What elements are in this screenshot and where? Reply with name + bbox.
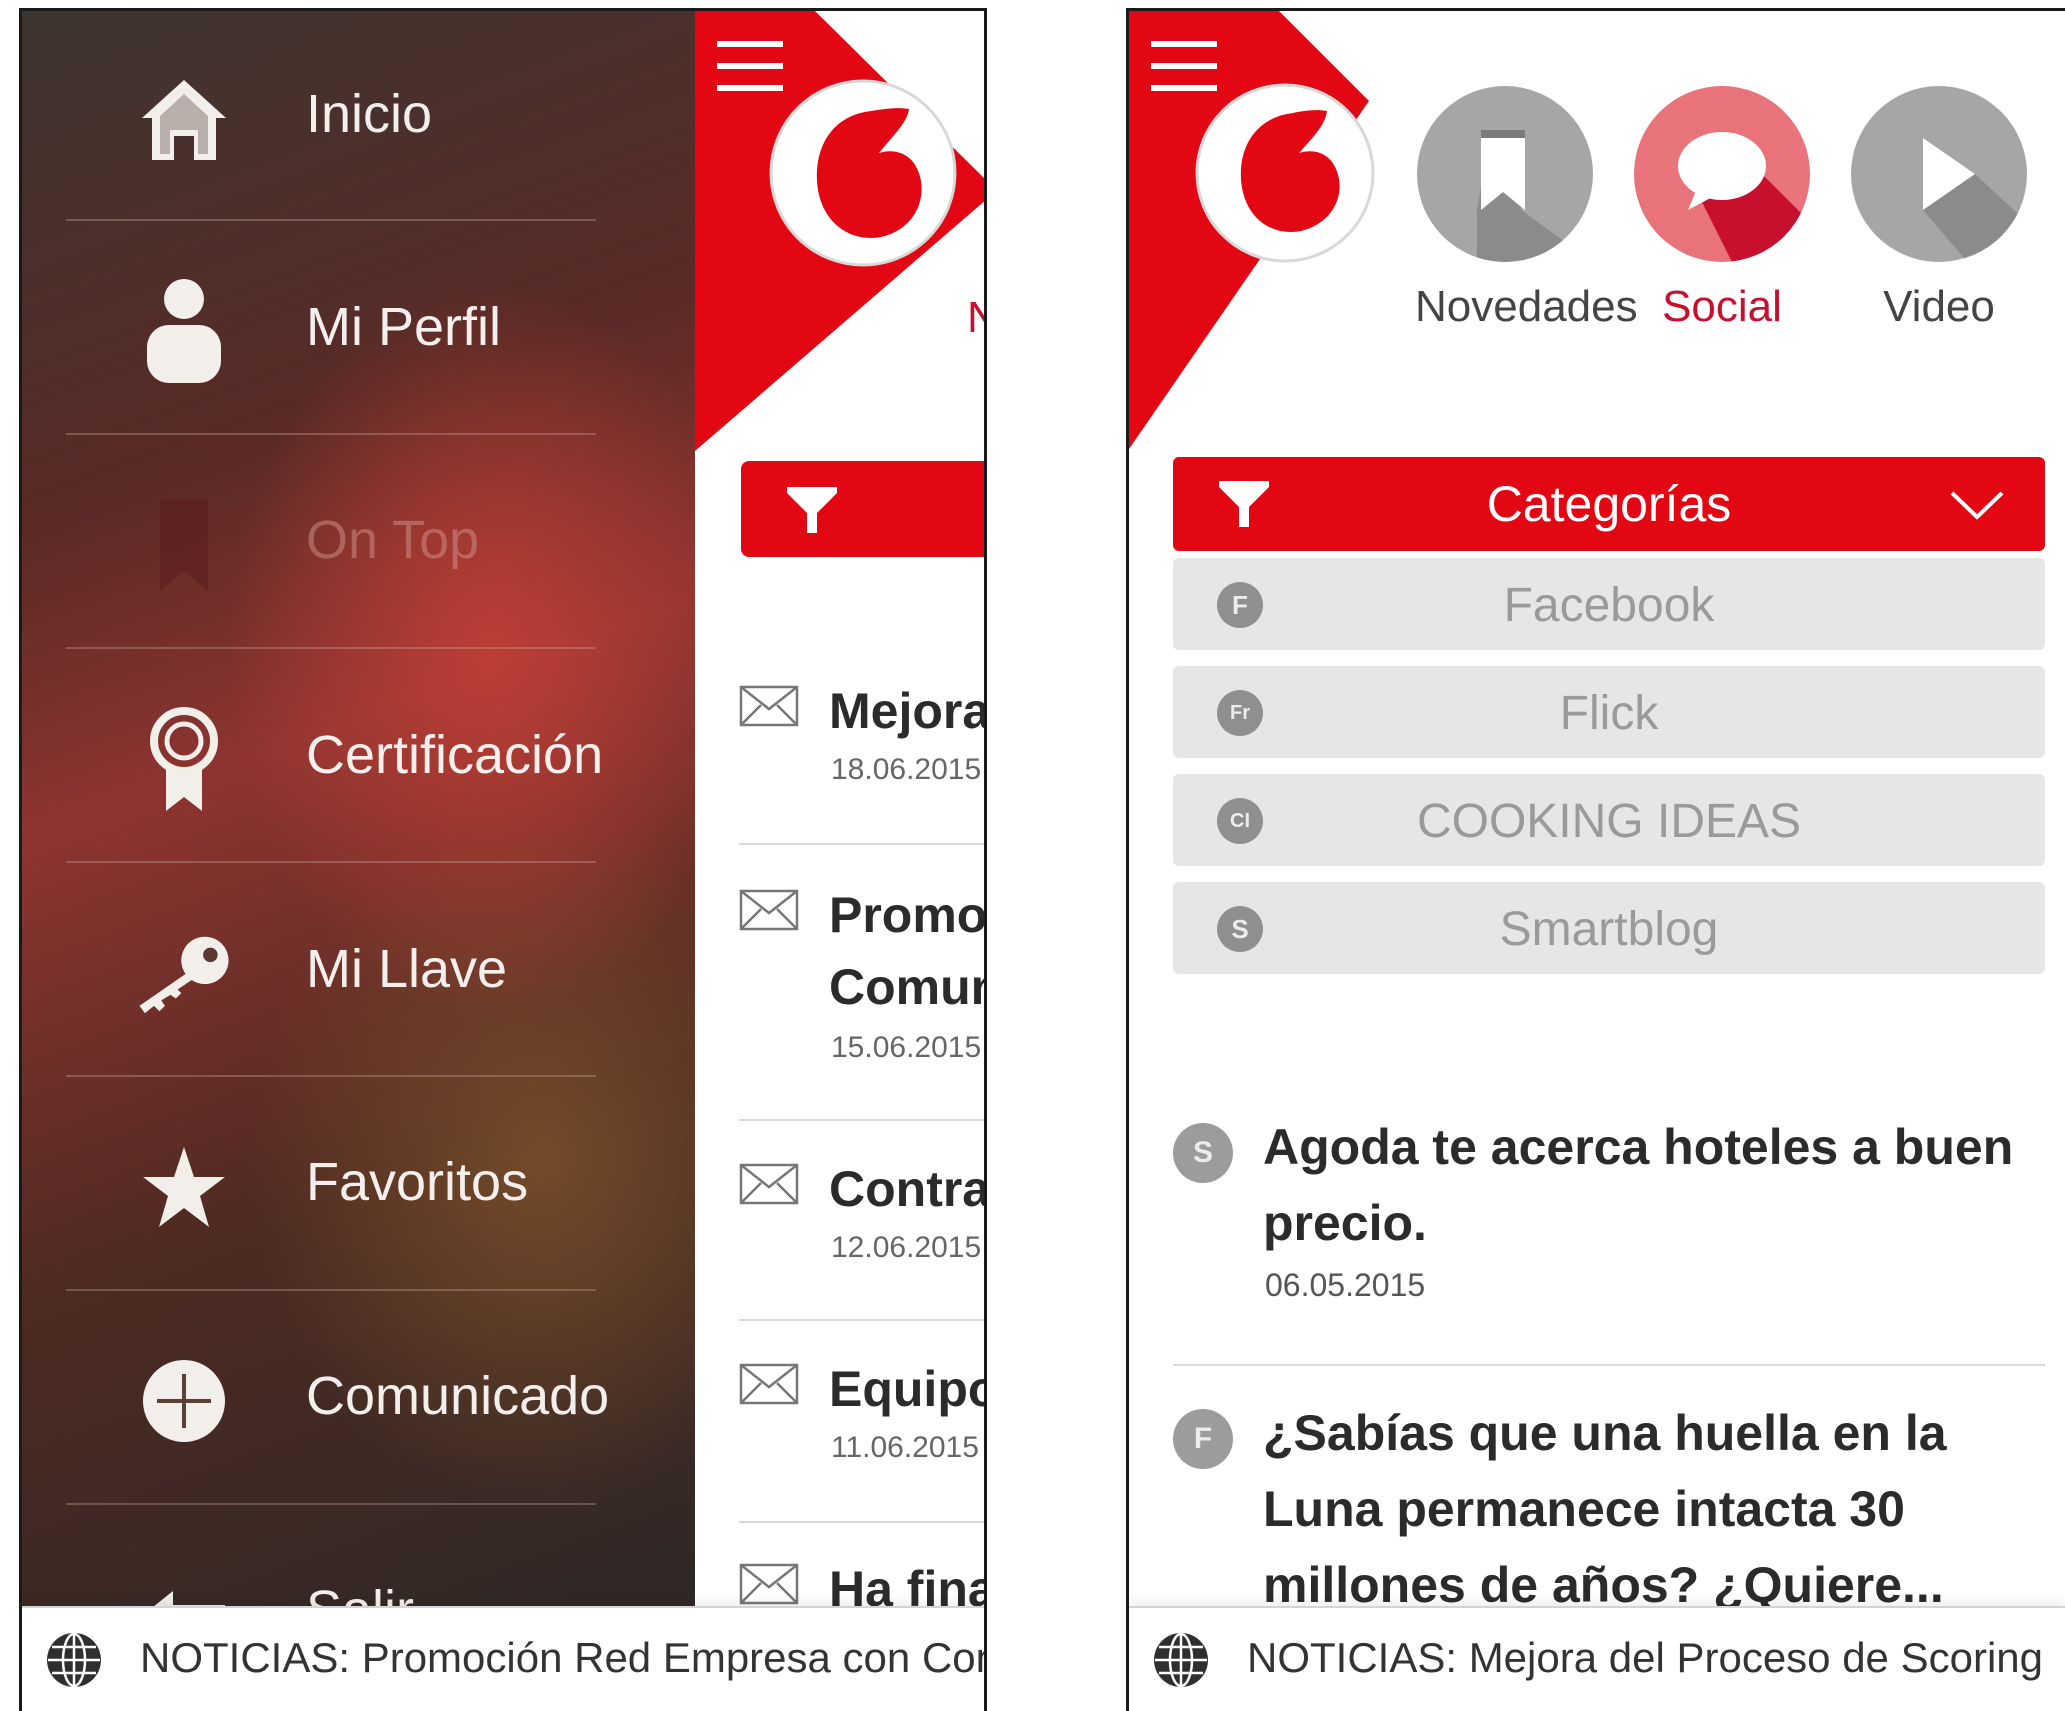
option-label: Facebook	[1503, 579, 1715, 632]
divider	[1173, 1364, 2045, 1366]
vodafone-logo	[769, 79, 957, 267]
navigation-drawer: Inicio Mi Perfil On Top Certificación Mi…	[22, 11, 695, 1640]
option-label: COOKING IDEAS	[1416, 795, 1802, 848]
drawer-item-label: Favoritos	[306, 1152, 529, 1212]
drawer-item-label: Inicio	[306, 84, 433, 144]
key-icon	[134, 924, 234, 1024]
drawer-item-mi-perfil[interactable]: Mi Perfil	[22, 226, 695, 439]
drawer-item-certificacion[interactable]: Certificación	[22, 654, 695, 867]
categories-label: Categorías	[1486, 476, 1732, 532]
divider	[66, 647, 596, 649]
message-date: 18.06.2015	[831, 753, 982, 786]
filter-bar[interactable]	[741, 461, 984, 557]
message-date: 12.06.2015	[831, 1231, 982, 1264]
divider	[66, 1503, 596, 1505]
drawer-item-label: Certificación	[306, 725, 604, 785]
user-icon	[134, 279, 234, 383]
tab-label: Video	[1883, 282, 1995, 331]
post-title: Agoda te acerca hoteles a buen precio.	[1263, 1119, 2014, 1251]
tab-video[interactable]: Video	[1849, 86, 2029, 332]
left-phone-screen: Inicio Mi Perfil On Top Certificación Mi…	[19, 8, 987, 1711]
divider	[739, 1319, 984, 1321]
envelope-icon	[739, 1163, 799, 1205]
drawer-item-label: Mi Perfil	[306, 297, 502, 357]
play-icon	[1851, 86, 2027, 262]
drawer-item-label: Comunicado	[306, 1366, 610, 1426]
bookmark-icon	[1417, 86, 1593, 262]
source-badge: S	[1173, 1123, 1233, 1183]
drawer-item-mi-llave[interactable]: Mi Llave	[22, 868, 695, 1081]
drawer-item-favoritos[interactable]: Favoritos	[22, 1081, 695, 1294]
filter-icon	[787, 487, 837, 533]
message-date: 11.06.2015	[831, 1431, 979, 1464]
envelope-icon	[739, 685, 799, 727]
tab-novedades[interactable]: Novedades	[1415, 86, 1638, 332]
divider	[66, 219, 596, 221]
divider	[739, 843, 984, 845]
drawer-item-label: Mi Llave	[306, 939, 508, 999]
ticker-text: NOTICIAS: Promoción Red Empresa con Con	[140, 1634, 987, 1681]
divider	[66, 861, 596, 863]
bookmark-icon	[134, 495, 234, 595]
divider	[739, 1119, 984, 1121]
tab-label: Novedades	[1415, 282, 1638, 331]
message-title: Promoc	[829, 887, 987, 943]
tab-social[interactable]: Social	[1632, 86, 1812, 332]
post-title: ¿Sabías que una huella en la Luna perman…	[1263, 1405, 1947, 1613]
post-date: 06.05.2015	[1265, 1267, 1426, 1303]
category-option-smartblog[interactable]: S Smartblog	[1173, 882, 2045, 974]
option-label: Flick	[1559, 687, 1659, 740]
home-icon	[134, 69, 234, 169]
chevron-down-icon	[1950, 491, 2004, 520]
source-badge: F	[1173, 1409, 1233, 1469]
drawer-item-inicio[interactable]: Inicio	[22, 13, 695, 226]
categories-dropdown[interactable]: Categorías	[1173, 457, 2045, 551]
message-title: Equipo	[829, 1361, 987, 1417]
plus-circle-icon	[134, 1351, 234, 1451]
drawer-item-label: On Top	[306, 510, 480, 570]
globe-icon	[47, 1632, 101, 1688]
brand-corner	[1129, 11, 1375, 449]
category-option-facebook[interactable]: F Facebook	[1173, 558, 2045, 650]
message-title-line2: Comun	[829, 959, 987, 1015]
speech-bubble-icon	[1634, 86, 1810, 262]
divider	[66, 433, 596, 435]
right-phone-screen: Novedades Social Video Categorías F Face…	[1126, 8, 2065, 1711]
divider	[66, 1289, 596, 1291]
envelope-icon	[739, 1563, 799, 1605]
star-icon	[134, 1137, 234, 1237]
envelope-icon	[739, 889, 799, 931]
message-title: Contra	[829, 1161, 987, 1217]
drawer-item-on-top[interactable]: On Top	[22, 439, 695, 652]
category-option-cooking-ideas[interactable]: CI COOKING IDEAS	[1173, 774, 2045, 866]
main-content-peek: N Mejora 18.06.2015 Promoc Comun 15.06.2…	[695, 11, 987, 1617]
brand-corner	[695, 11, 984, 451]
category-option-flick[interactable]: Fr Flick	[1173, 666, 2045, 758]
message-title: Mejora	[829, 683, 987, 739]
envelope-icon	[739, 1363, 799, 1405]
ticker-text: NOTICIAS: Mejora del Proceso de Scoring	[1247, 1634, 2043, 1681]
divider	[66, 1075, 596, 1077]
message-date: 15.06.2015	[831, 1031, 982, 1064]
option-label: Smartblog	[1499, 903, 1719, 956]
divider	[739, 1521, 984, 1523]
news-ticker[interactable]: NOTICIAS: Promoción Red Empresa con Con	[22, 1606, 984, 1711]
news-ticker[interactable]: NOTICIAS: Mejora del Proceso de Scoring	[1129, 1606, 2065, 1711]
peek-tab-letter: N	[967, 293, 984, 343]
award-ribbon-icon	[134, 707, 234, 811]
globe-icon	[1154, 1632, 1208, 1688]
tab-label: Social	[1662, 282, 1782, 331]
vodafone-logo	[1195, 83, 1375, 263]
drawer-item-comunicado[interactable]: Comunicado	[22, 1295, 695, 1508]
